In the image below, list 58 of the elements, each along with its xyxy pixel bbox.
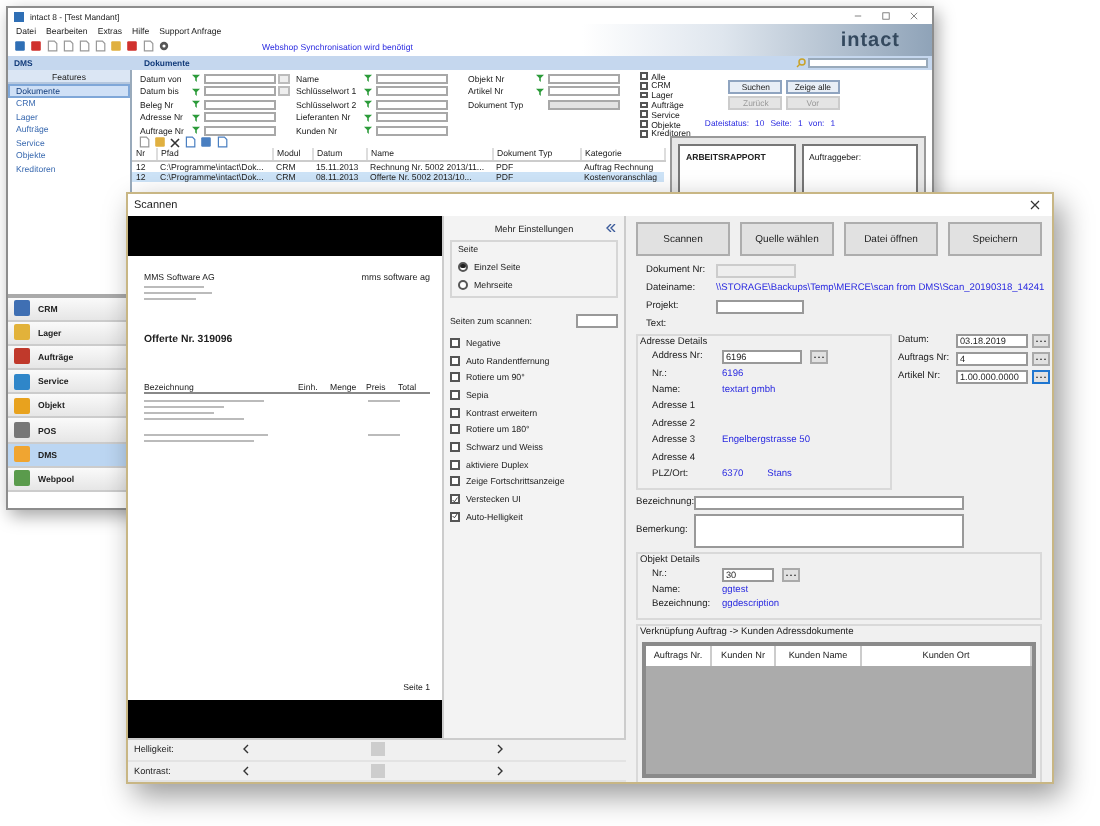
browse-button[interactable] [1032, 334, 1050, 348]
checkbox[interactable] [450, 459, 460, 470]
checkbox[interactable] [450, 372, 460, 383]
checkbox[interactable] [450, 476, 460, 487]
checkbox[interactable] [450, 494, 460, 505]
gear-icon[interactable] [158, 40, 170, 52]
project-field[interactable] [716, 300, 804, 314]
filter-field[interactable] [376, 125, 448, 136]
filter-field[interactable] [376, 99, 448, 110]
close-icon[interactable] [1030, 200, 1040, 210]
logo: intact [840, 29, 900, 51]
stop-icon[interactable] [30, 40, 42, 52]
browse-button[interactable] [782, 567, 800, 582]
browse-button[interactable] [810, 350, 828, 364]
filter-field[interactable] [376, 112, 448, 123]
page-icon[interactable] [142, 40, 154, 52]
document-number-field[interactable] [716, 264, 796, 278]
delete-icon[interactable] [170, 137, 180, 147]
remark-field[interactable] [694, 513, 964, 548]
filter-field[interactable] [204, 112, 276, 123]
collapse-icon[interactable] [606, 224, 616, 232]
checkbox[interactable] [640, 72, 648, 80]
designation-field[interactable] [694, 495, 964, 510]
checkbox[interactable] [450, 407, 460, 418]
filter-field[interactable] [376, 73, 448, 84]
radio-button[interactable] [458, 279, 468, 289]
dropdown-field[interactable] [548, 99, 620, 110]
slider-thumb[interactable] [370, 763, 384, 778]
filter-field[interactable] [204, 86, 276, 97]
checkbox[interactable] [450, 441, 460, 452]
checkbox[interactable] [640, 101, 648, 109]
browse-button[interactable] [1032, 370, 1050, 384]
checkbox[interactable] [450, 389, 460, 400]
maximize-icon[interactable] [882, 12, 890, 20]
browse-button[interactable] [1032, 352, 1050, 366]
stop-icon[interactable] [126, 40, 138, 52]
page-icon[interactable] [184, 136, 196, 148]
checkbox[interactable] [640, 82, 648, 90]
checkbox[interactable] [640, 129, 648, 138]
checkbox[interactable] [640, 120, 648, 128]
minimize-icon[interactable] [854, 12, 862, 20]
filter-field[interactable] [376, 86, 448, 97]
pages-field[interactable] [576, 314, 618, 328]
checkbox[interactable] [640, 91, 648, 99]
checkbox[interactable] [450, 337, 460, 348]
checkbox[interactable] [450, 355, 460, 366]
radio-button[interactable] [458, 261, 468, 271]
checkbox[interactable] [450, 424, 460, 435]
filter-field[interactable] [548, 73, 620, 84]
filter-field[interactable] [204, 99, 276, 110]
slider-thumb[interactable] [370, 742, 384, 757]
search-field[interactable] [808, 58, 928, 68]
app-icon [14, 11, 24, 21]
filter-field[interactable] [548, 86, 620, 97]
filter-field[interactable] [204, 73, 276, 84]
checkbox[interactable] [450, 511, 460, 522]
page-icon[interactable] [138, 136, 150, 148]
checkbox[interactable] [640, 110, 648, 119]
